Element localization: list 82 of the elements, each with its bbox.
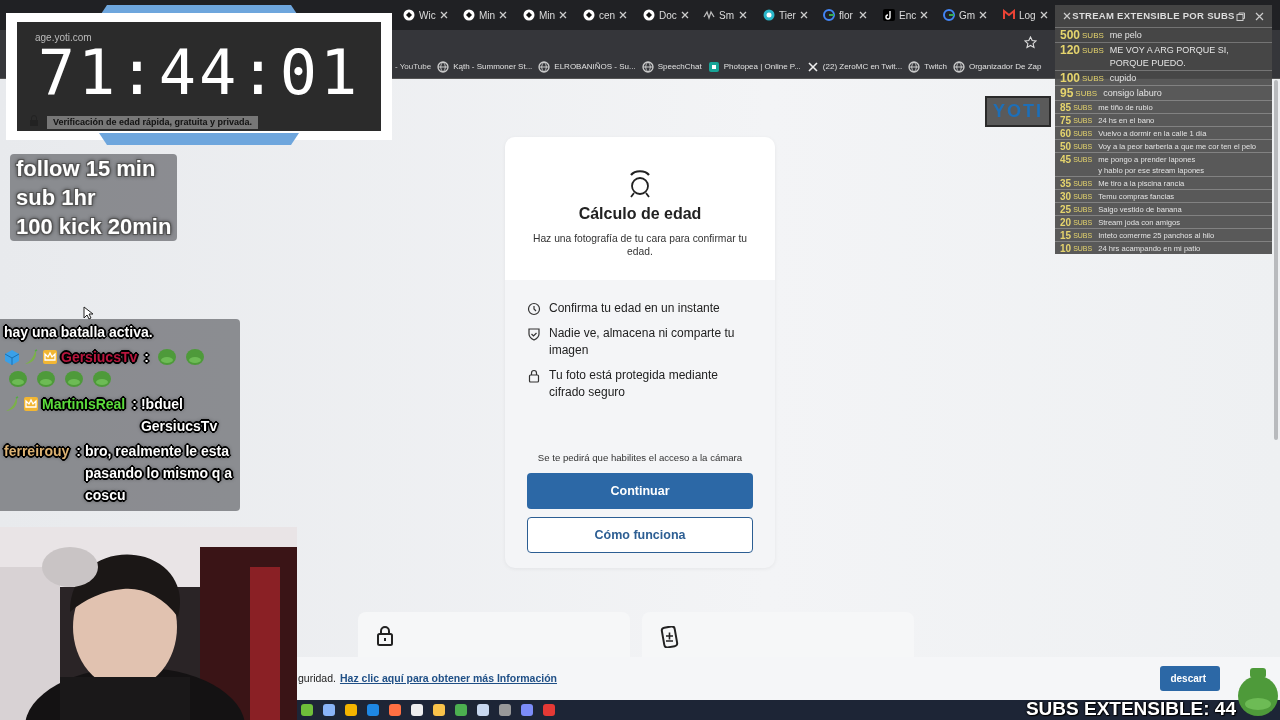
browser-tab[interactable]: Sm — [695, 0, 755, 30]
tab-title: Wic — [419, 8, 436, 23]
sub-goal-count: 10 — [1060, 242, 1072, 254]
bookmark[interactable]: Twitch — [908, 60, 947, 73]
sub-goal-text: me pelo — [1109, 29, 1142, 42]
browser-tab[interactable]: Min — [455, 0, 515, 30]
info-link[interactable]: Haz clic aquí para obtener más Información — [339, 670, 557, 687]
sub-goal-count: 30 — [1060, 190, 1072, 202]
browser-tab[interactable]: Wic — [395, 0, 455, 30]
goal-text: follow 15 min — [16, 155, 157, 183]
browser-tab[interactable]: Doc — [635, 0, 695, 30]
yoti-logo: YOTI — [985, 96, 1051, 127]
tab-title: Gm — [959, 8, 976, 23]
browser-tab[interactable]: Log — [995, 0, 1055, 30]
panel-title: STREAM EXTENSIBLE POR SUBS — [1072, 8, 1235, 23]
how-it-works-button[interactable]: Cómo funciona — [527, 517, 753, 553]
camera-note: Se te pedirá que habilites el acceso a la cámara — [536, 450, 744, 465]
card-subtitle: Haz una fotografía de tu cara para confirmar tu edad. — [531, 232, 749, 258]
tab-title: cen — [599, 8, 616, 23]
bookmark[interactable]: Organizador De Zap — [952, 60, 1042, 73]
sub-goal-text: consigo laburo — [1103, 87, 1162, 100]
bookmark[interactable]: Kąth - Summoner St... — [437, 60, 533, 73]
sub-goal-count: 35 — [1060, 177, 1072, 189]
tab-title: Min — [479, 8, 496, 23]
goal-text: sub 1hr — [16, 184, 97, 212]
tab-title: Doc — [659, 8, 677, 23]
sub-goal-count: 20 — [1060, 216, 1072, 228]
sub-goal-text: cupido — [1109, 72, 1137, 85]
sub-goal-count: 95 — [1060, 87, 1074, 100]
tab-title: Sm — [719, 8, 734, 23]
browser-tab[interactable]: Enc — [875, 0, 935, 30]
chat-separator: : — [132, 395, 137, 414]
continue-button[interactable]: Continuar — [527, 473, 753, 509]
sub-goal-count: 15 — [1060, 229, 1072, 241]
sub-goal-unit: SUBS — [1075, 88, 1098, 100]
sub-goal-text: ME VOY A ARG PORQUE SI, PORQUE PUEDO. — [1109, 44, 1230, 70]
sub-goal-count: 100 — [1060, 72, 1081, 85]
browser-tab[interactable]: Gm — [935, 0, 995, 30]
sub-goal-count: 85 — [1060, 101, 1072, 113]
chat-username: MartinIsReal — [42, 395, 126, 414]
chat-message: bro, realmente le esta pasando lo mismo q a coscu — [85, 442, 234, 505]
browser-tab[interactable]: cen — [575, 0, 635, 30]
countdown-timer: 71:44:01 — [37, 42, 362, 104]
bookmark[interactable]: - YouTube — [395, 60, 432, 73]
sub-goal-count: 45 — [1060, 153, 1072, 165]
sub-goal-count: 25 — [1060, 203, 1072, 215]
chat-separator: : — [144, 348, 149, 367]
tab-title: Tier — [779, 8, 796, 23]
bookmark[interactable]: SpeechChat — [641, 60, 702, 73]
dismiss-button[interactable]: descart — [1160, 666, 1220, 691]
bookmark[interactable]: Photopea | Online P... — [707, 60, 801, 73]
tab-title: Log — [1019, 8, 1036, 23]
sub-goal-count: 75 — [1060, 114, 1072, 126]
bookmark[interactable]: (22) ZeroMC en Twit... — [806, 60, 903, 73]
feature-text: Tu foto está protegida mediante cifrado seguro — [549, 367, 719, 401]
sub-goal-count: 60 — [1060, 127, 1072, 139]
feature-text: Nadie ve, almacena ni comparte tu imagen — [549, 325, 736, 359]
banner-text: Verificación de edad rápida, gratuita y privada. — [47, 115, 259, 129]
bookmark[interactable]: ELROBANIÑOS - Su... — [538, 60, 636, 73]
sub-goal-unit: SUBS — [1082, 45, 1104, 57]
sub-goal-count: 120 — [1060, 44, 1081, 57]
tab-title: Min — [539, 8, 556, 23]
card-title: Cálculo de edad — [577, 204, 703, 224]
chat-username: GersiucsTv — [61, 348, 138, 367]
sub-goal-count: 50 — [1060, 140, 1072, 152]
goal-text: 100 kick 20min — [16, 213, 172, 241]
browser-tab[interactable]: Min — [515, 0, 575, 30]
browser-tab[interactable]: flor — [815, 0, 875, 30]
sub-goal-unit: SUBS — [1082, 30, 1104, 42]
chat-message: !bduel GersiucsTv — [140, 395, 219, 436]
sub-goal-unit: SUBS — [1082, 73, 1104, 85]
subs-counter: SUBS EXTENSIBLE: 44 — [1025, 697, 1236, 720]
feature-text: Confirma tu edad en un instante — [549, 300, 720, 317]
browser-tab[interactable]: Tier — [755, 0, 815, 30]
chat-message: hay una batalla activa. — [4, 324, 153, 340]
tab-title: Enc — [899, 8, 917, 23]
tab-title: flor — [839, 8, 853, 23]
url-text: age.yoti.com — [35, 31, 92, 45]
chat-separator: : — [76, 442, 82, 461]
sub-goal-count: 500 — [1060, 29, 1081, 42]
chat-username: ferreirouy — [4, 442, 70, 461]
banner-text: guridad. — [298, 670, 336, 686]
